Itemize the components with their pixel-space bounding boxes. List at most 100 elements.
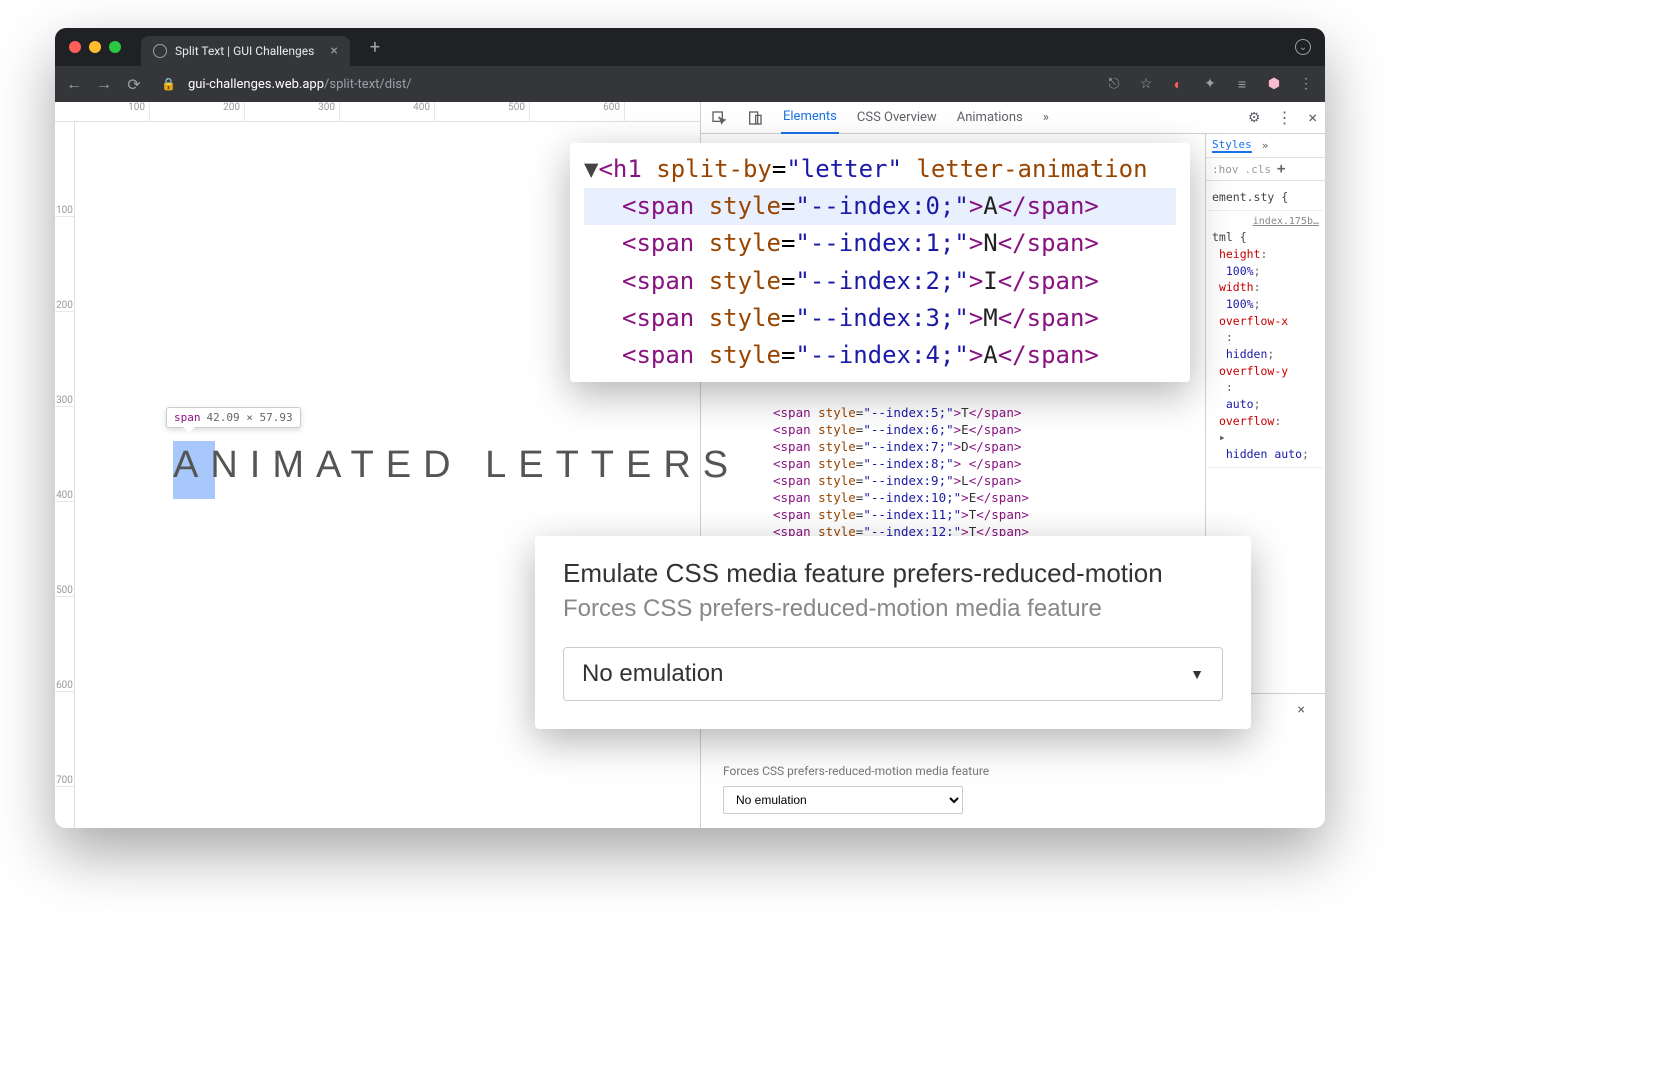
callout-select[interactable]: No emulation ▼ (563, 647, 1223, 701)
css-prop[interactable]: overflow-y (1219, 364, 1288, 378)
css-val[interactable]: 100% (1226, 264, 1254, 278)
styles-tabs: Styles » (1206, 134, 1325, 158)
ruler-mark: 200 (55, 217, 74, 312)
tab-more[interactable]: » (1041, 102, 1051, 134)
ruler-mark: 300 (245, 102, 340, 121)
close-devtools-icon[interactable]: × (1308, 108, 1317, 127)
idx: 0 (925, 192, 939, 220)
ruler-mark: 800 (55, 787, 74, 828)
attr-name: split-by (656, 155, 772, 183)
dom-text: L (961, 473, 969, 488)
ruler-mark: 700 (55, 692, 74, 787)
extension-icon-1[interactable]: ◐ (1169, 75, 1187, 93)
ruler-mark: 400 (340, 102, 435, 121)
emulation-select[interactable]: No emulation (723, 786, 963, 814)
new-tab-icon[interactable]: + (370, 37, 380, 58)
window-max-dot[interactable] (109, 41, 121, 53)
page-heading: ANIMATED LETTERS (173, 444, 740, 487)
back-icon[interactable]: ← (65, 74, 83, 94)
rule-selector[interactable]: ement.sty { (1212, 189, 1319, 206)
gear-icon[interactable]: ⚙ (1248, 110, 1261, 126)
address-bar: ← → ⟳ 🔒 gui-challenges.web.app /split-te… (55, 66, 1325, 102)
dom-text: D (961, 439, 969, 454)
callout-select-value: No emulation (582, 660, 723, 688)
menu-icon[interactable]: ⋮ (1297, 75, 1315, 93)
css-val[interactable]: 100% (1226, 297, 1254, 311)
account-icon[interactable]: ⌄ (1295, 39, 1311, 55)
ruler-mark: 100 (55, 102, 150, 121)
cls-toggle[interactable]: .cls (1245, 163, 1272, 176)
devtools-tabs: Elements CSS Overview Animations » ⚙ ⋮ × (701, 102, 1325, 134)
star-icon[interactable]: ☆ (1137, 75, 1155, 93)
attr-value: letter (801, 155, 888, 183)
ruler-mark: 100 (55, 122, 74, 217)
new-style-icon[interactable]: + (1277, 161, 1285, 177)
tag-name: h1 (613, 155, 642, 183)
dom-text: N (983, 229, 997, 257)
tooltip-tag: span (174, 411, 201, 424)
styles-tab-more[interactable]: » (1262, 139, 1269, 152)
ruler-mark: 400 (55, 407, 74, 502)
dom-text: I (983, 267, 997, 295)
css-prop[interactable]: height (1219, 247, 1261, 261)
titlebar: Split Text | GUI Challenges × + ⌄ (55, 28, 1325, 66)
styles-tab-styles[interactable]: Styles (1212, 138, 1252, 153)
toolbar-right: ⎋ ☆ ◐ ✦ ≡ ⬢ ⋮ (1105, 75, 1315, 93)
styles-filter: :hov .cls + (1206, 158, 1325, 181)
css-prop[interactable]: overflow-x (1219, 314, 1288, 328)
dom-text: A (983, 192, 997, 220)
ruler-mark: 300 (55, 312, 74, 407)
inspect-icon[interactable] (709, 108, 729, 128)
ruler-mark: 200 (150, 102, 245, 121)
url-host: gui-challenges.web.app (188, 77, 324, 92)
styles-rules: ement.sty { index.175b… tml { height: 10… (1206, 181, 1325, 472)
css-prop[interactable]: overflow (1219, 414, 1274, 428)
dom-text: A (983, 341, 997, 369)
forward-icon[interactable]: → (95, 74, 113, 94)
tab-animations[interactable]: Animations (955, 102, 1025, 134)
more-icon[interactable]: ⋮ (1276, 108, 1292, 127)
css-val[interactable]: hidden (1226, 347, 1268, 361)
callout-dom-zoom: ▼<h1 split-by="letter" letter-animation … (570, 143, 1190, 382)
lock-icon[interactable]: 🔒 (161, 77, 176, 91)
favicon-icon (153, 44, 167, 58)
rule-selector[interactable]: tml { (1212, 229, 1319, 246)
dom-text: T (961, 405, 969, 420)
ruler-mark: 500 (435, 102, 530, 121)
url-field[interactable]: gui-challenges.web.app /split-text/dist/ (188, 77, 1093, 92)
idx: 2 (925, 267, 939, 295)
extensions-icon[interactable]: ✦ (1201, 75, 1219, 93)
drawer-close-icon[interactable]: × (1298, 702, 1305, 718)
tab-title: Split Text | GUI Challenges (175, 44, 314, 58)
idx: 3 (925, 304, 939, 332)
profile-icon[interactable]: ⬢ (1265, 75, 1283, 93)
rule-source[interactable]: index.175b… (1212, 215, 1319, 230)
ruler-horizontal: 100 200 300 400 500 600 (55, 102, 700, 122)
idx: 1 (925, 229, 939, 257)
inspector-tooltip: span 42.09 × 57.93 (166, 407, 301, 428)
attr-name: letter-animation (916, 155, 1147, 183)
chevron-down-icon: ▼ (1190, 666, 1204, 682)
ruler-mark: 600 (55, 597, 74, 692)
window-min-dot[interactable] (89, 41, 101, 53)
ruler-vertical: 100 200 300 400 500 600 700 800 (55, 122, 75, 828)
ruler-mark: 500 (55, 502, 74, 597)
tab-close-icon[interactable]: × (330, 43, 337, 59)
css-val[interactable]: hidden auto (1226, 447, 1302, 461)
reading-list-icon[interactable]: ≡ (1233, 75, 1251, 93)
window-close-dot[interactable] (69, 41, 81, 53)
css-prop[interactable]: width (1219, 280, 1254, 294)
dom-text: E (961, 422, 969, 437)
hov-toggle[interactable]: :hov (1212, 163, 1239, 176)
device-icon[interactable] (745, 108, 765, 128)
css-val[interactable]: auto (1226, 397, 1254, 411)
tab-elements[interactable]: Elements (781, 102, 839, 134)
tab-css-overview[interactable]: CSS Overview (855, 102, 939, 134)
drawer-desc: Forces CSS prefers-reduced-motion media … (723, 764, 1303, 778)
callout-subtitle: Forces CSS prefers-reduced-motion media … (563, 595, 1223, 623)
ruler-mark: 600 (530, 102, 625, 121)
reload-icon[interactable]: ⟳ (125, 75, 143, 94)
translate-icon[interactable]: ⎋ (1105, 75, 1123, 93)
dom-text: M (983, 304, 997, 332)
browser-tab[interactable]: Split Text | GUI Challenges × (141, 36, 350, 66)
